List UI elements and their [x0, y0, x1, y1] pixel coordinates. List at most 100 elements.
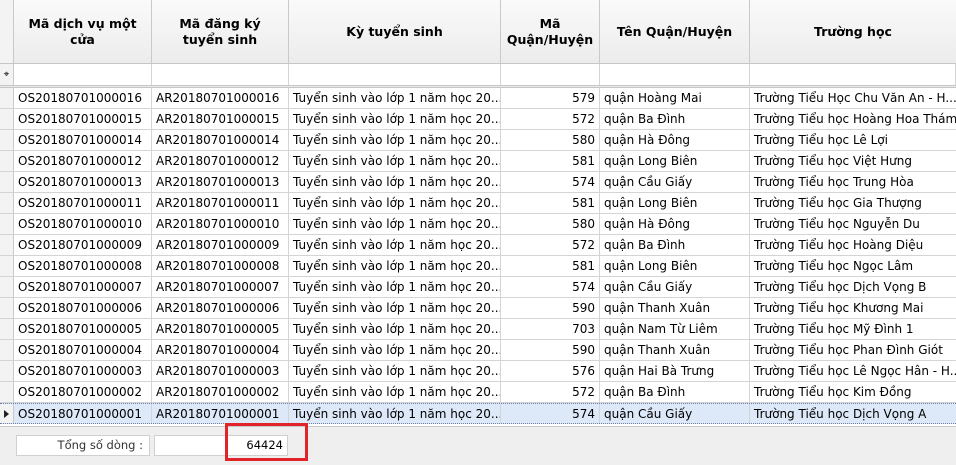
filter-cell-ma-dich-vu[interactable]: [14, 64, 152, 85]
row-indicator[interactable]: [0, 382, 14, 402]
cell-ky-tuyen-sinh[interactable]: Tuyển sinh vào lớp 1 năm học 20...: [289, 361, 501, 381]
cell-ky-tuyen-sinh[interactable]: Tuyển sinh vào lớp 1 năm học 20...: [289, 130, 501, 150]
column-header-ky-tuyen-sinh[interactable]: Kỳ tuyển sinh: [289, 0, 501, 63]
row-indicator[interactable]: [0, 193, 14, 213]
cell-ma-quan-huyen[interactable]: 574: [501, 404, 600, 423]
table-row[interactable]: OS20180701000006 AR20180701000006 Tuyển si…: [0, 298, 956, 319]
table-row[interactable]: OS20180701000011 AR20180701000011 Tuyển si…: [0, 193, 956, 214]
row-indicator[interactable]: [0, 404, 14, 423]
table-row[interactable]: OS20180701000012 AR20180701000012 Tuyển si…: [0, 151, 956, 172]
cell-truong-hoc[interactable]: Trường Tiểu học Nguyễn Du: [750, 214, 956, 234]
cell-ten-quan-huyen[interactable]: quận Thanh Xuân: [600, 298, 750, 318]
table-row[interactable]: OS20180701000008 AR20180701000008 Tuyển si…: [0, 256, 956, 277]
row-indicator[interactable]: [0, 130, 14, 150]
cell-ten-quan-huyen[interactable]: quận Long Biên: [600, 151, 750, 171]
cell-ma-quan-huyen[interactable]: 581: [501, 193, 600, 213]
cell-ky-tuyen-sinh[interactable]: Tuyển sinh vào lớp 1 năm học 20...: [289, 319, 501, 339]
cell-ma-dich-vu[interactable]: OS20180701000002: [14, 382, 152, 402]
filter-cell-ma-dang-ky[interactable]: [152, 64, 289, 85]
cell-ma-quan-huyen[interactable]: 703: [501, 319, 600, 339]
cell-ky-tuyen-sinh[interactable]: Tuyển sinh vào lớp 1 năm học 20...: [289, 109, 501, 129]
table-row[interactable]: OS20180701000014 AR20180701000014 Tuyển si…: [0, 130, 956, 151]
cell-truong-hoc[interactable]: Trường Tiểu học Hoàng Diệu: [750, 235, 956, 255]
cell-ma-quan-huyen[interactable]: 572: [501, 109, 600, 129]
table-row[interactable]: OS20180701000003 AR20180701000003 Tuyển si…: [0, 361, 956, 382]
cell-truong-hoc[interactable]: Trường Tiểu học Việt Hưng: [750, 151, 956, 171]
cell-ma-dang-ky[interactable]: AR20180701000002: [152, 382, 289, 402]
row-indicator[interactable]: [0, 277, 14, 297]
cell-ma-dich-vu[interactable]: OS20180701000012: [14, 151, 152, 171]
row-indicator[interactable]: [0, 172, 14, 192]
cell-ma-dich-vu[interactable]: OS20180701000015: [14, 109, 152, 129]
cell-ten-quan-huyen[interactable]: quận Hoàng Mai: [600, 88, 750, 108]
column-header-ten-quan-huyen[interactable]: Tên Quận/Huyện: [600, 0, 750, 63]
cell-truong-hoc[interactable]: Trường Tiểu học Trung Hòa: [750, 172, 956, 192]
cell-ma-dich-vu[interactable]: OS20180701000005: [14, 319, 152, 339]
row-indicator[interactable]: [0, 319, 14, 339]
column-header-ma-dich-vu[interactable]: Mã dịch vụ một cửa: [14, 0, 152, 63]
cell-ma-dang-ky[interactable]: AR20180701000016: [152, 88, 289, 108]
cell-ky-tuyen-sinh[interactable]: Tuyển sinh vào lớp 1 năm học 20...: [289, 235, 501, 255]
cell-ma-dang-ky[interactable]: AR20180701000001: [152, 404, 289, 423]
cell-ma-dang-ky[interactable]: AR20180701000013: [152, 172, 289, 192]
cell-ma-dich-vu[interactable]: OS20180701000009: [14, 235, 152, 255]
cell-truong-hoc[interactable]: Trường Tiểu học Ngọc Lâm: [750, 256, 956, 276]
row-indicator[interactable]: [0, 214, 14, 234]
filter-cell-truong-hoc[interactable]: [750, 64, 956, 85]
cell-ma-dich-vu[interactable]: OS20180701000004: [14, 340, 152, 360]
row-indicator[interactable]: [0, 298, 14, 318]
cell-ma-quan-huyen[interactable]: 581: [501, 151, 600, 171]
cell-ma-dang-ky[interactable]: AR20180701000010: [152, 214, 289, 234]
cell-ky-tuyen-sinh[interactable]: Tuyển sinh vào lớp 1 năm học 20...: [289, 382, 501, 402]
cell-ten-quan-huyen[interactable]: quận Hà Đông: [600, 214, 750, 234]
table-row[interactable]: OS20180701000009 AR20180701000009 Tuyển si…: [0, 235, 956, 256]
cell-ten-quan-huyen[interactable]: quận Cầu Giấy: [600, 172, 750, 192]
cell-ma-quan-huyen[interactable]: 574: [501, 277, 600, 297]
table-row[interactable]: OS20180701000001 AR20180701000001 Tuyển si…: [0, 403, 956, 424]
cell-ten-quan-huyen[interactable]: quận Hai Bà Trưng: [600, 361, 750, 381]
cell-ten-quan-huyen[interactable]: quận Nam Từ Liêm: [600, 319, 750, 339]
cell-ma-quan-huyen[interactable]: 572: [501, 235, 600, 255]
cell-ten-quan-huyen[interactable]: quận Ba Đình: [600, 382, 750, 402]
cell-ky-tuyen-sinh[interactable]: Tuyển sinh vào lớp 1 năm học 20...: [289, 88, 501, 108]
table-row[interactable]: OS20180701000013 AR20180701000013 Tuyển si…: [0, 172, 956, 193]
cell-truong-hoc[interactable]: Trường Tiểu học Hoàng Hoa Thám: [750, 109, 956, 129]
cell-ma-quan-huyen[interactable]: 579: [501, 88, 600, 108]
row-indicator[interactable]: [0, 109, 14, 129]
cell-ky-tuyen-sinh[interactable]: Tuyển sinh vào lớp 1 năm học 20...: [289, 193, 501, 213]
cell-ten-quan-huyen[interactable]: quận Ba Đình: [600, 235, 750, 255]
filter-cell-ma-quan-huyen[interactable]: [501, 64, 600, 85]
row-indicator[interactable]: [0, 151, 14, 171]
cell-ma-dang-ky[interactable]: AR20180701000012: [152, 151, 289, 171]
cell-ten-quan-huyen[interactable]: quận Hà Đông: [600, 130, 750, 150]
row-indicator[interactable]: [0, 361, 14, 381]
cell-ma-dang-ky[interactable]: AR20180701000014: [152, 130, 289, 150]
cell-ma-quan-huyen[interactable]: 572: [501, 382, 600, 402]
cell-ky-tuyen-sinh[interactable]: Tuyển sinh vào lớp 1 năm học 20...: [289, 151, 501, 171]
cell-ma-dang-ky[interactable]: AR20180701000007: [152, 277, 289, 297]
row-indicator[interactable]: [0, 340, 14, 360]
cell-ma-dang-ky[interactable]: AR20180701000008: [152, 256, 289, 276]
cell-ma-dich-vu[interactable]: OS20180701000001: [14, 404, 152, 423]
cell-ma-quan-huyen[interactable]: 574: [501, 172, 600, 192]
cell-ma-dang-ky[interactable]: AR20180701000009: [152, 235, 289, 255]
cell-ma-dich-vu[interactable]: OS20180701000014: [14, 130, 152, 150]
cell-ma-quan-huyen[interactable]: 581: [501, 256, 600, 276]
cell-truong-hoc[interactable]: Trường Tiểu học Gia Thượng: [750, 193, 956, 213]
cell-ma-dich-vu[interactable]: OS20180701000003: [14, 361, 152, 381]
cell-ma-quan-huyen[interactable]: 590: [501, 340, 600, 360]
cell-ma-dich-vu[interactable]: OS20180701000007: [14, 277, 152, 297]
cell-ten-quan-huyen[interactable]: quận Cầu Giấy: [600, 404, 750, 423]
cell-ten-quan-huyen[interactable]: quận Long Biên: [600, 193, 750, 213]
cell-truong-hoc[interactable]: Trường Tiểu học Phan Đình Giót: [750, 340, 956, 360]
cell-ten-quan-huyen[interactable]: quận Cầu Giấy: [600, 277, 750, 297]
column-header-truong-hoc[interactable]: Trường học: [750, 0, 956, 63]
cell-ma-dich-vu[interactable]: OS20180701000006: [14, 298, 152, 318]
row-indicator[interactable]: [0, 235, 14, 255]
row-indicator[interactable]: [0, 256, 14, 276]
cell-ma-dang-ky[interactable]: AR20180701000003: [152, 361, 289, 381]
cell-truong-hoc[interactable]: Trường Tiểu học Lê Ngọc Hân - H...: [750, 361, 956, 381]
cell-ten-quan-huyen[interactable]: quận Long Biên: [600, 256, 750, 276]
cell-ky-tuyen-sinh[interactable]: Tuyển sinh vào lớp 1 năm học 20...: [289, 340, 501, 360]
filter-cell-ten-quan-huyen[interactable]: [600, 64, 750, 85]
